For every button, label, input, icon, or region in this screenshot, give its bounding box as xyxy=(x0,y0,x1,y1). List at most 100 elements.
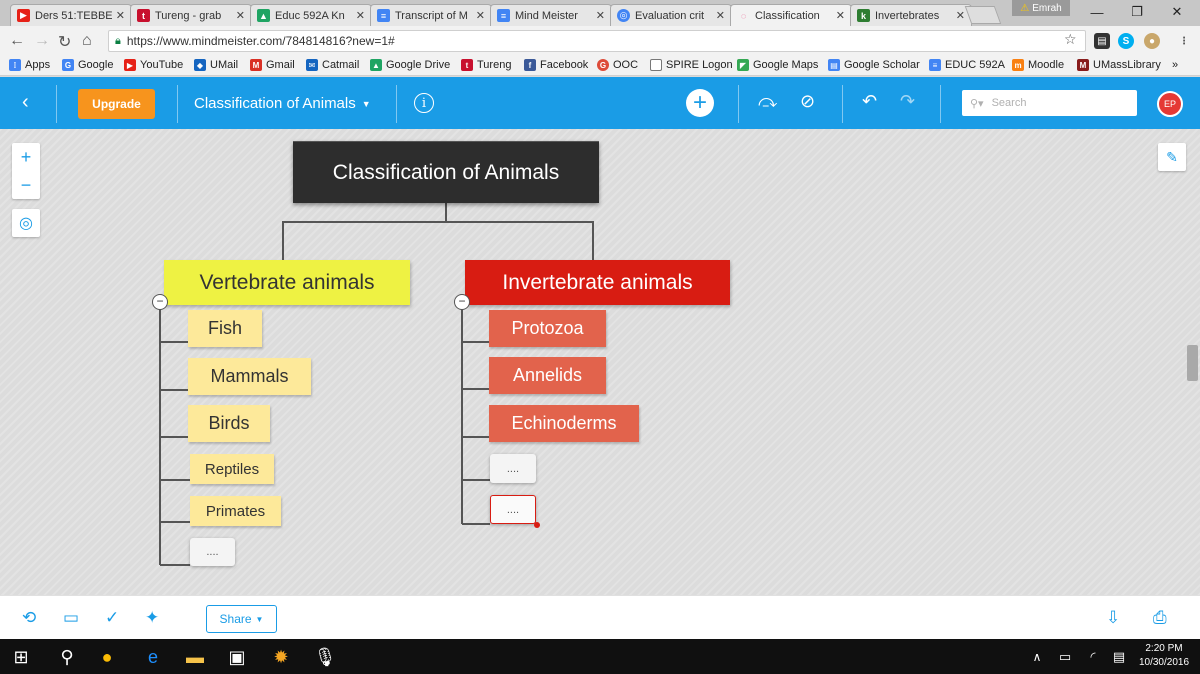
upgrade-button[interactable]: Upgrade xyxy=(78,89,155,119)
node-placeholder[interactable]: .... xyxy=(490,454,536,483)
collapse-toggle[interactable]: − xyxy=(454,294,470,310)
mindmap-canvas[interactable]: + − ◎ ✎ Classification of Animals Verteb… xyxy=(0,129,1200,595)
download-icon[interactable]: ⇩ xyxy=(1106,608,1120,628)
windows-start-icon[interactable]: ⊞ xyxy=(6,646,36,668)
app-icon[interactable]: ✹ xyxy=(266,646,296,668)
bookmark-spire[interactable]: SPIRE Logon xyxy=(650,59,733,71)
close-tab-icon[interactable]: ✕ xyxy=(836,9,845,22)
back-arrow-icon[interactable]: ← xyxy=(9,32,25,50)
store-icon[interactable]: ▣ xyxy=(222,646,252,668)
edge-icon[interactable]: e xyxy=(138,646,168,668)
browser-tab[interactable]: k Invertebrates ✕ xyxy=(850,4,972,26)
bookmark-ooc[interactable]: G OOC xyxy=(597,59,638,71)
bookmark-google-scholar[interactable]: ▤ Google Scholar xyxy=(828,59,920,71)
new-tab-button[interactable] xyxy=(964,6,1002,24)
connect-icon[interactable]: ⤼ xyxy=(758,91,777,112)
bookmark-label: UMassLibrary xyxy=(1093,59,1161,71)
node-primates[interactable]: Primates xyxy=(190,496,281,526)
skype-icon[interactable]: S xyxy=(1118,33,1134,49)
reload-icon[interactable]: ↻ xyxy=(58,32,71,52)
close-tab-icon[interactable]: ✕ xyxy=(356,9,365,22)
bookmarks-overflow[interactable]: » xyxy=(1172,59,1178,71)
search-input[interactable]: ⚲▾ Search xyxy=(962,90,1137,116)
invertebrate-node[interactable]: Invertebrate animals xyxy=(465,260,730,305)
bookmark-moodle[interactable]: m Moodle xyxy=(1012,59,1064,71)
bookmark-apps[interactable]: ⁞ Apps xyxy=(9,59,50,71)
bookmark-google-drive[interactable]: ▲ Google Drive xyxy=(370,59,450,71)
close-tab-icon[interactable]: ✕ xyxy=(476,9,485,22)
print-icon[interactable]: ⎙ xyxy=(1153,608,1167,628)
resize-handle[interactable] xyxy=(534,522,540,528)
chevron-up-icon[interactable]: ∧ xyxy=(1022,646,1052,668)
menu-dots-icon[interactable]: ⋮ xyxy=(1176,33,1192,49)
close-tab-icon[interactable]: ✕ xyxy=(596,9,605,22)
bookmark-tureng[interactable]: t Tureng xyxy=(461,59,511,71)
browser-tab[interactable]: ≡ Mind Meister ✕ xyxy=(490,4,612,26)
search-icon[interactable]: ⚲ xyxy=(52,646,82,668)
star-icon[interactable]: ☆ xyxy=(1064,31,1077,48)
bookmark-google-maps[interactable]: ◤ Google Maps xyxy=(737,59,818,71)
bookmark-label: EDUC 592A xyxy=(945,59,1005,71)
close-tab-icon[interactable]: ✕ xyxy=(956,9,965,22)
share-button[interactable]: Share ▼ xyxy=(206,605,277,633)
bookmark-educ592a[interactable]: ≡ EDUC 592A xyxy=(929,59,1005,71)
history-icon[interactable]: ⟲ xyxy=(22,608,36,628)
add-node-button[interactable]: + xyxy=(686,89,714,117)
bookmark-umasslibrary[interactable]: M UMassLibrary xyxy=(1077,59,1161,71)
avatar[interactable]: EP xyxy=(1157,91,1183,117)
vertebrate-node[interactable]: Vertebrate animals xyxy=(164,260,410,305)
microphone-icon[interactable]: 🎙︎ xyxy=(310,646,340,668)
bookmark-google[interactable]: G Google xyxy=(62,59,113,71)
browser-tab[interactable]: t Tureng - grab ✕ xyxy=(130,4,252,26)
back-chevron-icon[interactable]: ‹ xyxy=(22,91,29,114)
close-tab-icon[interactable]: ✕ xyxy=(116,9,125,22)
tab-title: Mind Meister xyxy=(515,9,578,22)
node-birds[interactable]: Birds xyxy=(188,405,270,442)
browser-tab[interactable]: ◎ Evaluation crit ✕ xyxy=(610,4,732,26)
bookmark-label: SPIRE Logon xyxy=(666,59,733,71)
bookmark-youtube[interactable]: ▶ YouTube xyxy=(124,59,183,71)
url-input[interactable]: 🔒︎ https://www.mindmeister.com/784814816… xyxy=(108,30,1086,52)
close-window-icon[interactable]: ✕ xyxy=(1162,2,1192,22)
forward-arrow-icon[interactable]: → xyxy=(34,32,50,50)
close-tab-icon[interactable]: ✕ xyxy=(236,9,245,22)
browser-tab[interactable]: ▲ Educ 592A Kn ✕ xyxy=(250,4,372,26)
presentation-icon[interactable]: ▭ xyxy=(63,608,79,628)
notification-icon[interactable]: ▤ xyxy=(1104,646,1134,668)
node-annelids[interactable]: Annelids xyxy=(489,357,606,394)
node-echinoderms[interactable]: Echinoderms xyxy=(489,405,639,442)
browser-tab[interactable]: ▶ Ders 51:TEBBE ✕ xyxy=(10,4,132,26)
check-icon[interactable]: ✓ xyxy=(105,608,119,628)
node-protozoa[interactable]: Protozoa xyxy=(489,310,606,347)
bookmark-umail[interactable]: ◆ UMail xyxy=(194,59,238,71)
extension-icon[interactable]: ▤ xyxy=(1094,33,1110,49)
node-placeholder[interactable]: .... xyxy=(190,538,235,566)
restore-icon[interactable]: ❐ xyxy=(1122,2,1152,22)
root-node[interactable]: Classification of Animals xyxy=(293,141,599,203)
bookmark-facebook[interactable]: f Facebook xyxy=(524,59,588,71)
node-fish[interactable]: Fish xyxy=(188,310,262,347)
no-style-icon[interactable]: ⊘ xyxy=(800,91,815,112)
collapse-toggle[interactable]: − xyxy=(152,294,168,310)
browser-tab[interactable]: ≡ Transcript of M ✕ xyxy=(370,4,492,26)
close-tab-icon[interactable]: ✕ xyxy=(716,9,725,22)
undo-icon[interactable]: ↶ xyxy=(862,91,877,112)
home-icon[interactable]: ⌂ xyxy=(82,32,92,50)
info-icon[interactable]: i xyxy=(414,93,434,113)
file-explorer-icon[interactable]: ▬ xyxy=(180,646,210,668)
browser-tab-active[interactable]: ◌ Classification ✕ xyxy=(730,4,852,26)
minimize-icon[interactable]: — xyxy=(1082,2,1112,22)
profile-badge[interactable]: ⚠ Emrah xyxy=(1012,0,1070,16)
battery-icon[interactable]: ▭ xyxy=(1050,646,1080,668)
node-mammals[interactable]: Mammals xyxy=(188,358,311,395)
taskbar-clock[interactable]: 2:20 PM 10/30/2016 xyxy=(1136,642,1192,670)
cookie-icon[interactable]: ● xyxy=(1144,33,1160,49)
magic-wand-icon[interactable]: ✦ xyxy=(145,608,159,628)
bookmark-gmail[interactable]: M Gmail xyxy=(250,59,295,71)
bookmark-catmail[interactable]: ✉ Catmail xyxy=(306,59,359,71)
chrome-icon[interactable]: ● xyxy=(92,646,122,668)
node-placeholder-selected[interactable]: .... xyxy=(490,495,536,524)
node-reptiles[interactable]: Reptiles xyxy=(190,454,274,484)
map-title-dropdown[interactable]: Classification of Animals ▼ xyxy=(194,95,371,112)
redo-icon[interactable]: ↷ xyxy=(900,91,915,112)
